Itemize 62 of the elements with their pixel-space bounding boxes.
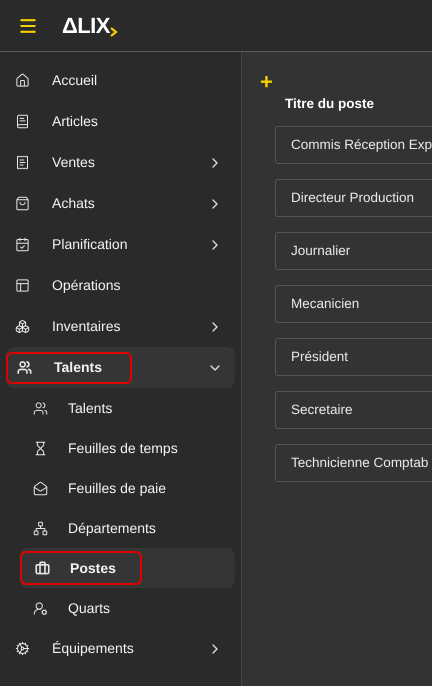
people-icon	[17, 360, 32, 375]
nav-subitem[interactable]: Feuilles de temps	[20, 428, 235, 468]
nav-subitem[interactable]: Feuilles de paie	[20, 468, 235, 508]
job-title: Président	[291, 348, 348, 366]
bag-icon	[15, 196, 30, 211]
list-row[interactable]: Directeur Production	[275, 179, 432, 218]
nav-item[interactable]: Articles	[6, 101, 235, 142]
hourglass-icon	[33, 440, 48, 456]
nav-label: Planification	[52, 235, 128, 254]
nav-label: Ventes	[52, 153, 95, 172]
user-icon	[33, 600, 48, 616]
home-icon	[15, 73, 30, 88]
nav-label: Feuilles de paie	[68, 478, 166, 498]
job-title: Directeur Production	[291, 189, 414, 208]
nav-label: Talents	[54, 358, 102, 377]
nav-label: Achats	[52, 194, 95, 213]
job-title: Secretaire	[291, 401, 353, 420]
book-icon	[15, 114, 30, 129]
nav-label: Accueil	[52, 71, 98, 90]
logo: ΔLIX	[62, 12, 110, 40]
nav-subitem[interactable]: Postes	[20, 548, 235, 588]
job-title: Commis Réception Exp	[291, 136, 432, 154]
list-row[interactable]: Président	[275, 338, 432, 376]
nav-subitem[interactable]: Talents	[20, 388, 235, 428]
nav-label: Feuilles de temps	[68, 438, 178, 458]
people-icon	[33, 400, 48, 416]
job-title: Technicienne Comptab	[291, 454, 428, 472]
nav-label: Départements	[68, 518, 156, 538]
add-button[interactable]: +	[260, 72, 273, 92]
nav-label: Inventaires	[52, 317, 120, 336]
nav-label: Talents	[68, 398, 112, 418]
nav-item[interactable]: Opérations	[6, 265, 235, 306]
briefcase-icon	[35, 560, 50, 576]
nav-label: Quarts	[68, 598, 110, 618]
nav-label: Postes	[70, 558, 116, 578]
nav-item[interactable]: Achats	[6, 183, 235, 224]
layout-icon	[15, 278, 30, 293]
nav-label: Équipements	[52, 639, 134, 658]
list-row[interactable]: Secretaire	[275, 391, 432, 430]
boxes-icon	[15, 319, 30, 334]
hierarchy-icon	[33, 520, 48, 536]
nav-item[interactable]: Talents	[6, 347, 235, 388]
list-row[interactable]: Journalier	[275, 232, 432, 270]
nav-item[interactable]: Planification	[6, 224, 235, 265]
nav-item[interactable]: Ventes	[6, 142, 235, 183]
envelope-icon	[33, 480, 48, 496]
calendar-icon	[15, 237, 30, 252]
nav-item[interactable]: Inventaires	[6, 306, 235, 347]
nav-item[interactable]: Accueil	[6, 60, 235, 101]
chevron-logo-icon	[110, 26, 118, 36]
nav-subitem[interactable]: Départements	[20, 508, 235, 548]
nav-label: Articles	[52, 112, 98, 131]
nav-label: Opérations	[52, 276, 120, 295]
nav-subitem[interactable]: Quarts	[20, 588, 235, 628]
list-row[interactable]: Mecanicien	[275, 285, 432, 324]
column-header: Titre du poste	[285, 95, 376, 113]
nav-item[interactable]: Équipements	[6, 628, 235, 669]
job-title: Mecanicien	[291, 295, 360, 314]
list-row[interactable]: Commis Réception Exp	[275, 126, 432, 164]
list-row[interactable]: Technicienne Comptab	[275, 444, 432, 482]
job-title: Journalier	[291, 242, 350, 260]
receipt-icon	[15, 155, 30, 170]
